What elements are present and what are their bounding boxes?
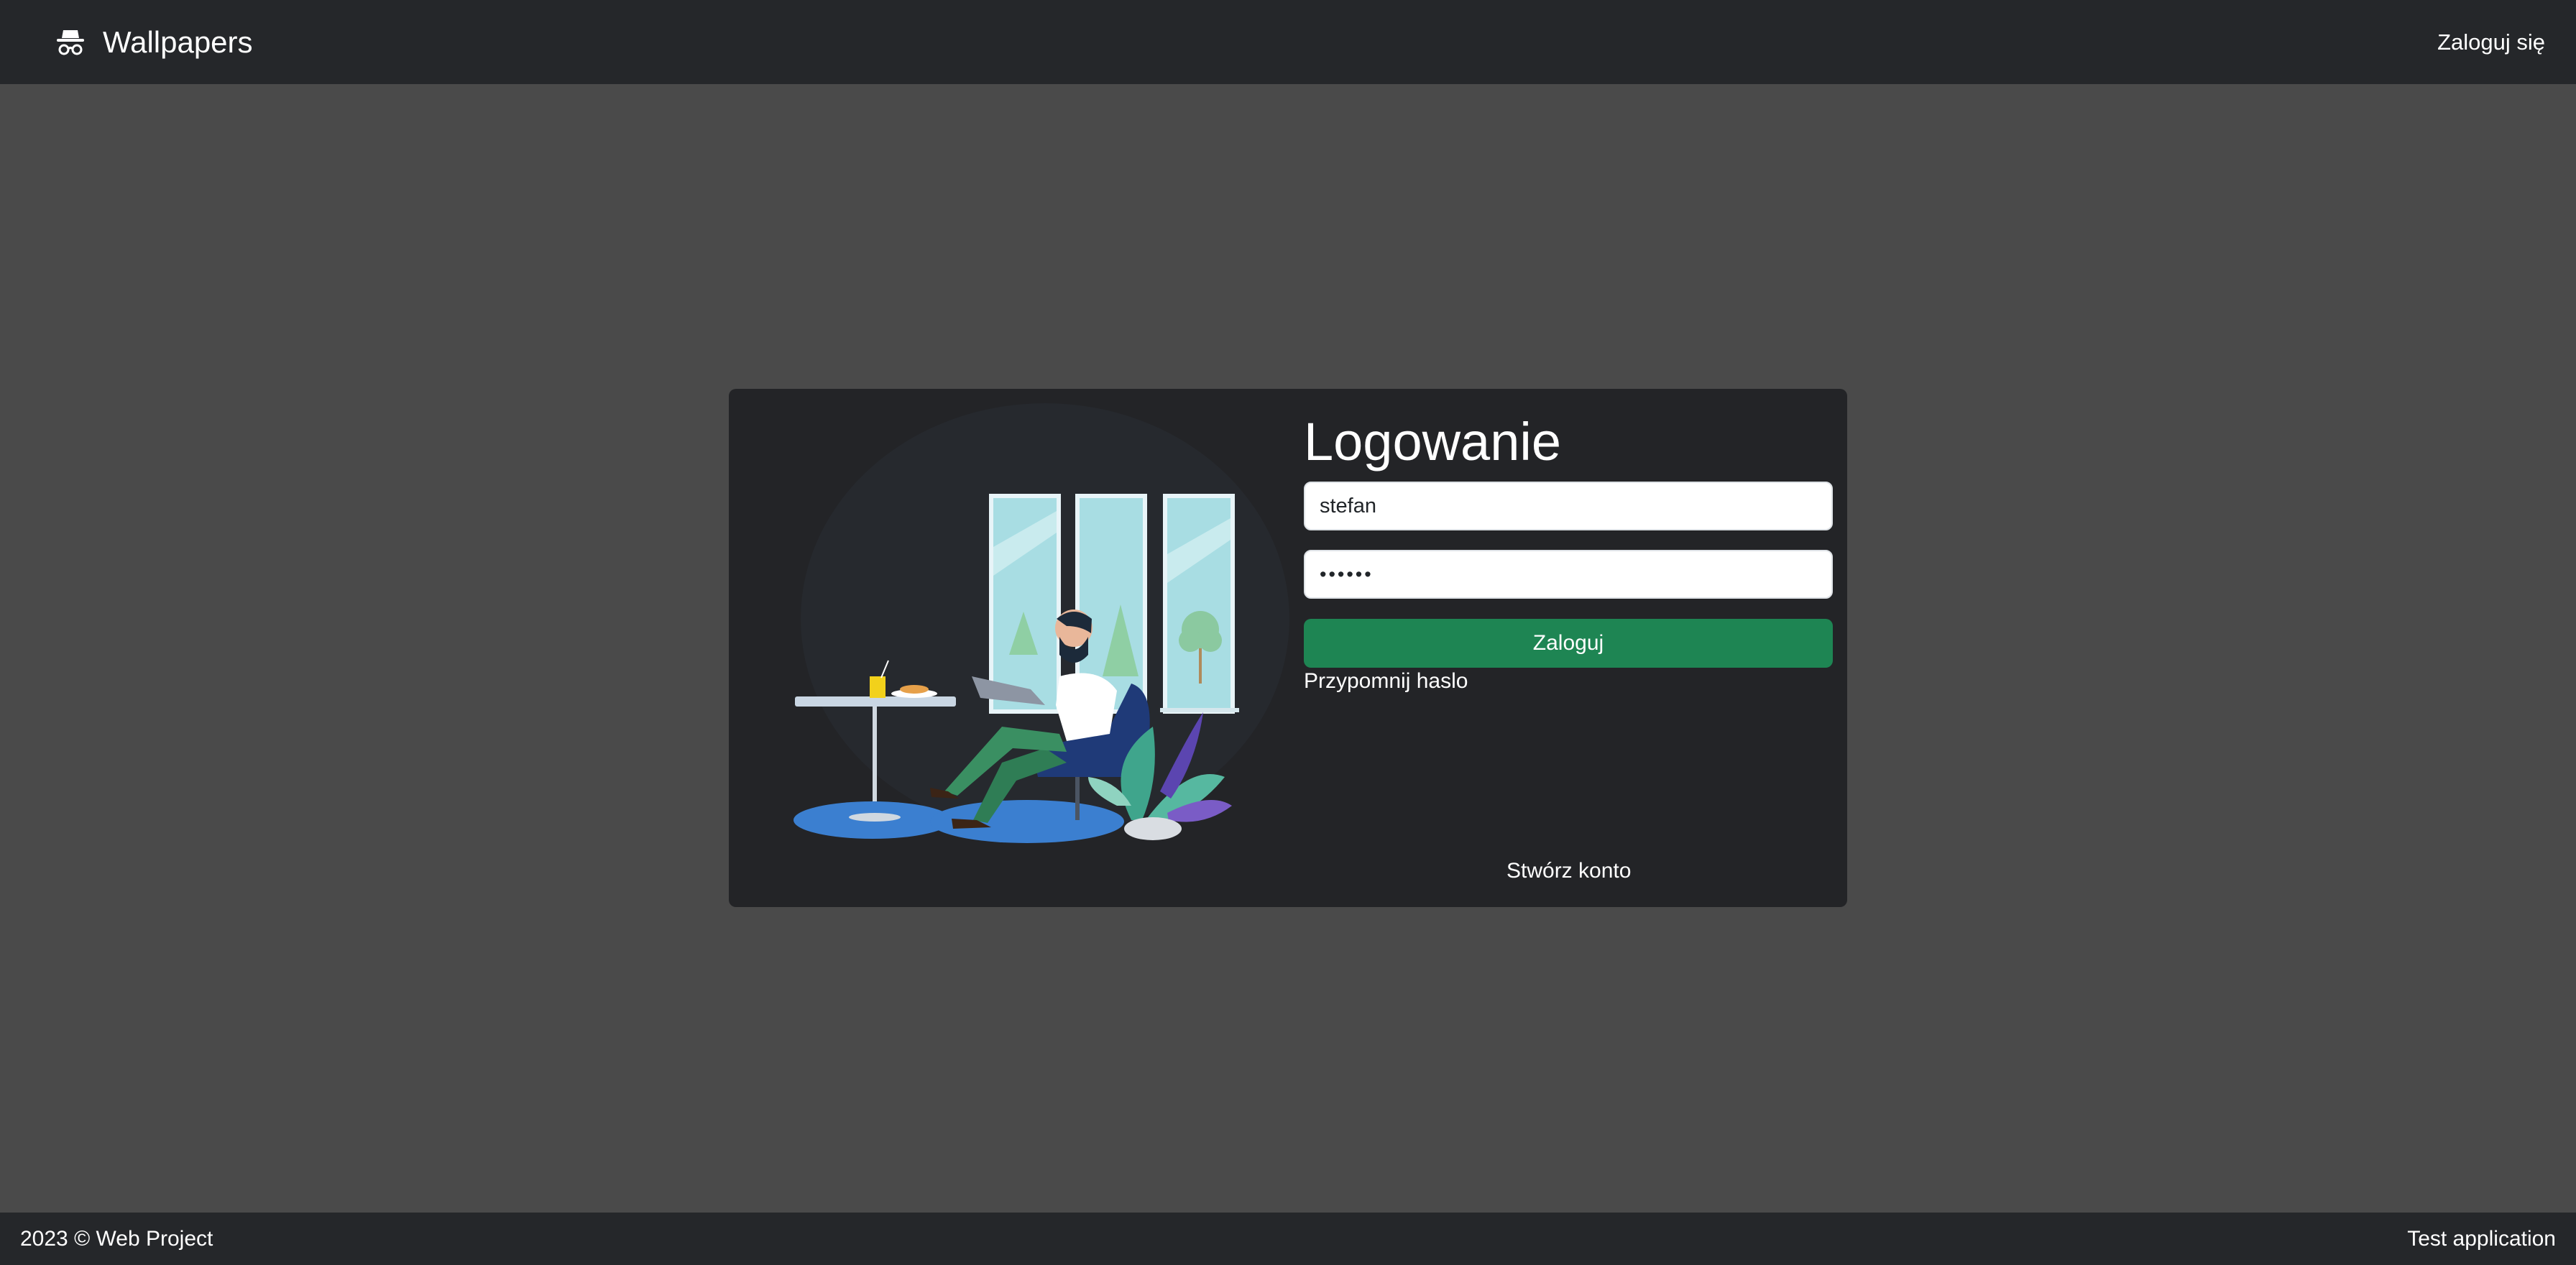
brand-link[interactable]: Wallpapers [54, 25, 253, 60]
create-account-link[interactable]: Stwórz konto [1506, 859, 1631, 883]
incognito-icon [57, 29, 84, 55]
footer-copyright: 2023 © Web Project [20, 1226, 213, 1251]
remind-password-link[interactable]: Przypomnij haslo [1304, 669, 1468, 694]
footer: 2023 © Web Project Test application [0, 1213, 2576, 1265]
person-in-armchair-illustration [794, 403, 1289, 843]
password-input[interactable] [1304, 550, 1833, 599]
nav-login-link[interactable]: Zaloguj się [2437, 29, 2545, 55]
login-title: Logowanie [1304, 412, 1561, 472]
username-input[interactable] [1304, 482, 1833, 530]
navbar: Wallpapers Zaloguj się [0, 0, 2576, 84]
windows-graphic [989, 494, 1239, 714]
footer-app-label: Test application [2407, 1226, 2556, 1251]
brand-title: Wallpapers [103, 24, 253, 59]
login-card: Logowanie Zaloguj Przypomnij haslo Stwór… [729, 389, 1847, 907]
login-button[interactable]: Zaloguj [1304, 619, 1833, 668]
